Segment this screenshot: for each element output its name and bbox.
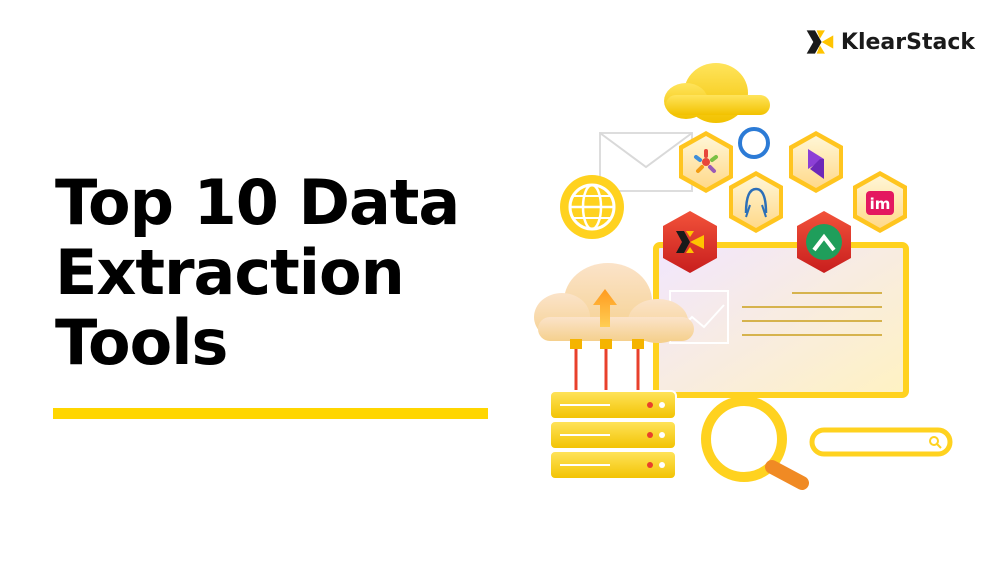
title-line-1: Top 10 Data: [55, 166, 460, 239]
server-icon: [549, 390, 677, 480]
gitkraken-octopus-icon: [729, 171, 783, 233]
title-underline: [53, 408, 488, 419]
im-logo-icon: im: [853, 171, 907, 233]
stack-logo-icon: [789, 131, 843, 193]
sisense-logo-icon: [738, 127, 770, 159]
search-bar-icon: [809, 427, 953, 457]
brand-name: KlearStack: [840, 29, 975, 55]
cable-connectors-icon: [570, 339, 644, 391]
envelope-icon: [599, 132, 693, 192]
page-title: Top 10 Data Extraction Tools: [55, 166, 460, 379]
globe-icon: [560, 175, 624, 239]
cloud-icon: [664, 63, 770, 123]
im-badge-text: im: [870, 195, 891, 213]
title-line-3: Tools: [55, 306, 228, 379]
data-extraction-illustration: im: [534, 63, 953, 490]
magnifier-icon: [701, 396, 809, 490]
title-line-2: Extraction: [55, 236, 405, 309]
